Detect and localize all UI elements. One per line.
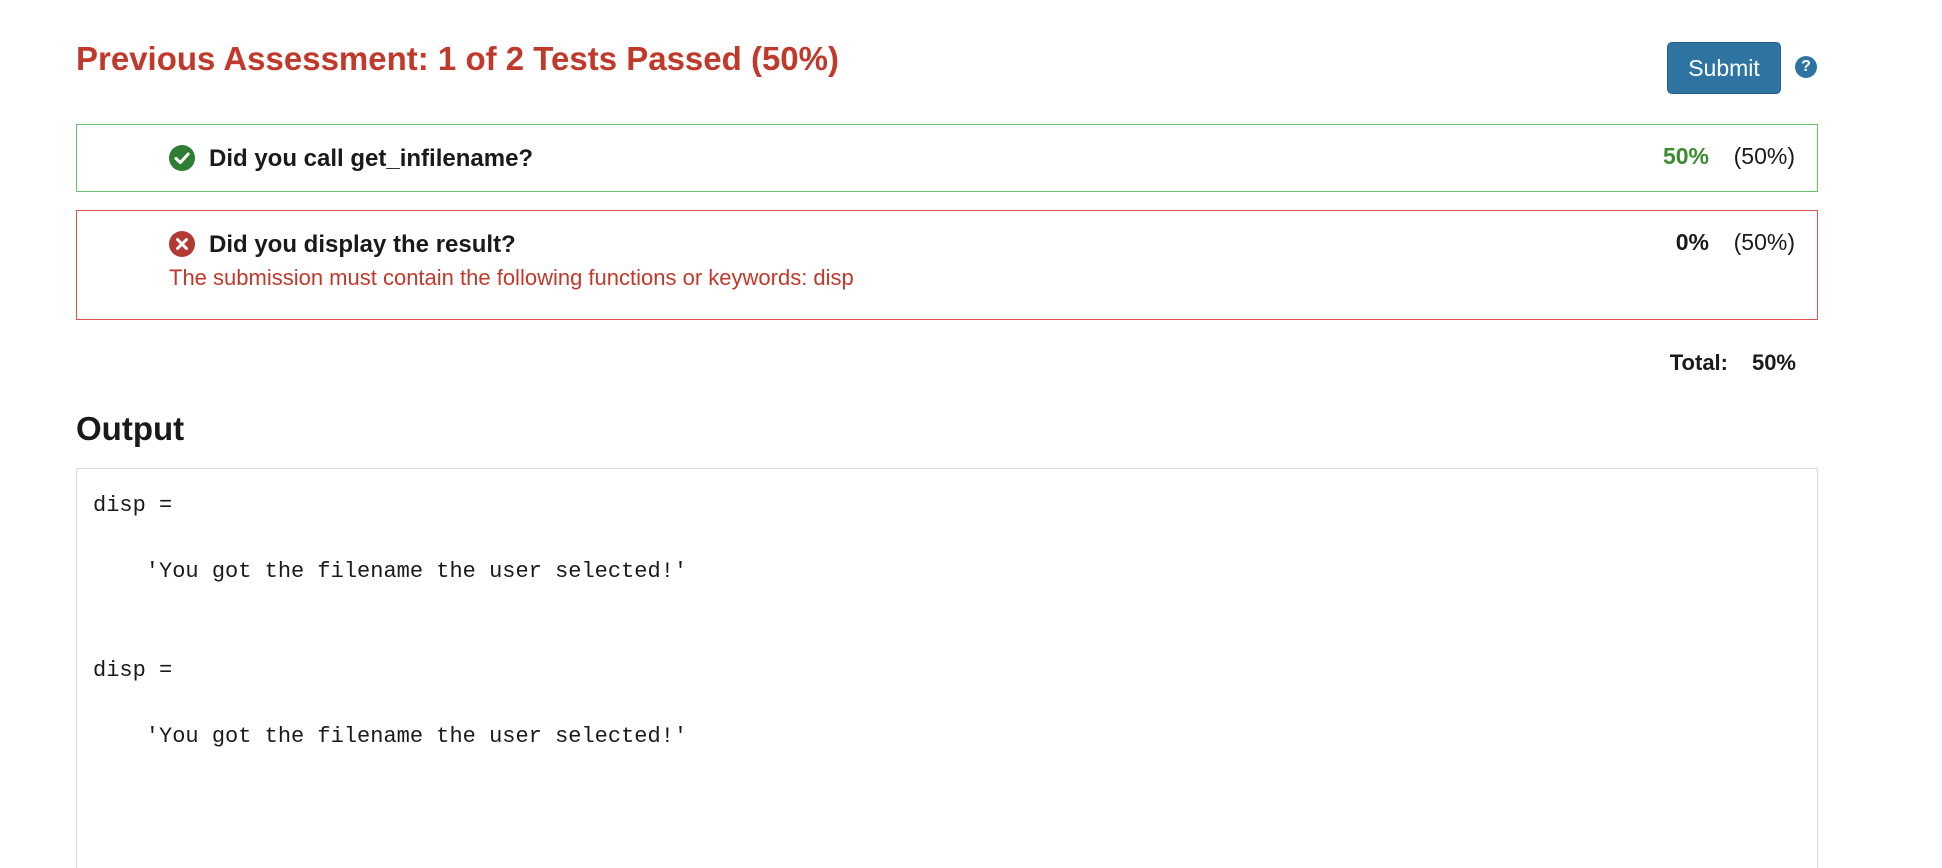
test-weight: (50%) <box>1733 229 1795 255</box>
test-result-pass: Did you call get_infilename? 50% (50%) <box>76 124 1818 192</box>
output-heading: Output <box>76 410 185 447</box>
check-circle-icon <box>169 145 195 171</box>
assessment-title: Previous Assessment: 1 of 2 Tests Passed… <box>76 40 839 77</box>
total-label: Total: <box>1669 350 1728 375</box>
total-value: 50% <box>1751 350 1796 375</box>
test-question: Did you call get_infilename? <box>209 145 534 172</box>
test-weight: (50%) <box>1733 143 1795 169</box>
output-text: disp = 'You got the filename the user se… <box>93 493 688 749</box>
assessment-page: Previous Assessment: 1 of 2 Tests Passed… <box>76 0 1818 868</box>
help-icon[interactable]: ? <box>1795 56 1817 78</box>
submit-button[interactable]: Submit <box>1667 42 1781 94</box>
test-question: Did you display the result? <box>209 231 516 258</box>
output-panel[interactable]: disp = 'You got the filename the user se… <box>76 468 1818 868</box>
x-circle-icon <box>169 231 195 257</box>
test-result-fail: Did you display the result? The submissi… <box>76 210 1818 320</box>
test-score: 50% <box>1662 143 1709 169</box>
test-failure-message: The submission must contain the followin… <box>169 265 854 290</box>
test-score: 0% <box>1675 229 1709 255</box>
total-row: Total: 50% <box>76 320 1818 408</box>
assessment-header: Previous Assessment: 1 of 2 Tests Passed… <box>76 0 1818 122</box>
